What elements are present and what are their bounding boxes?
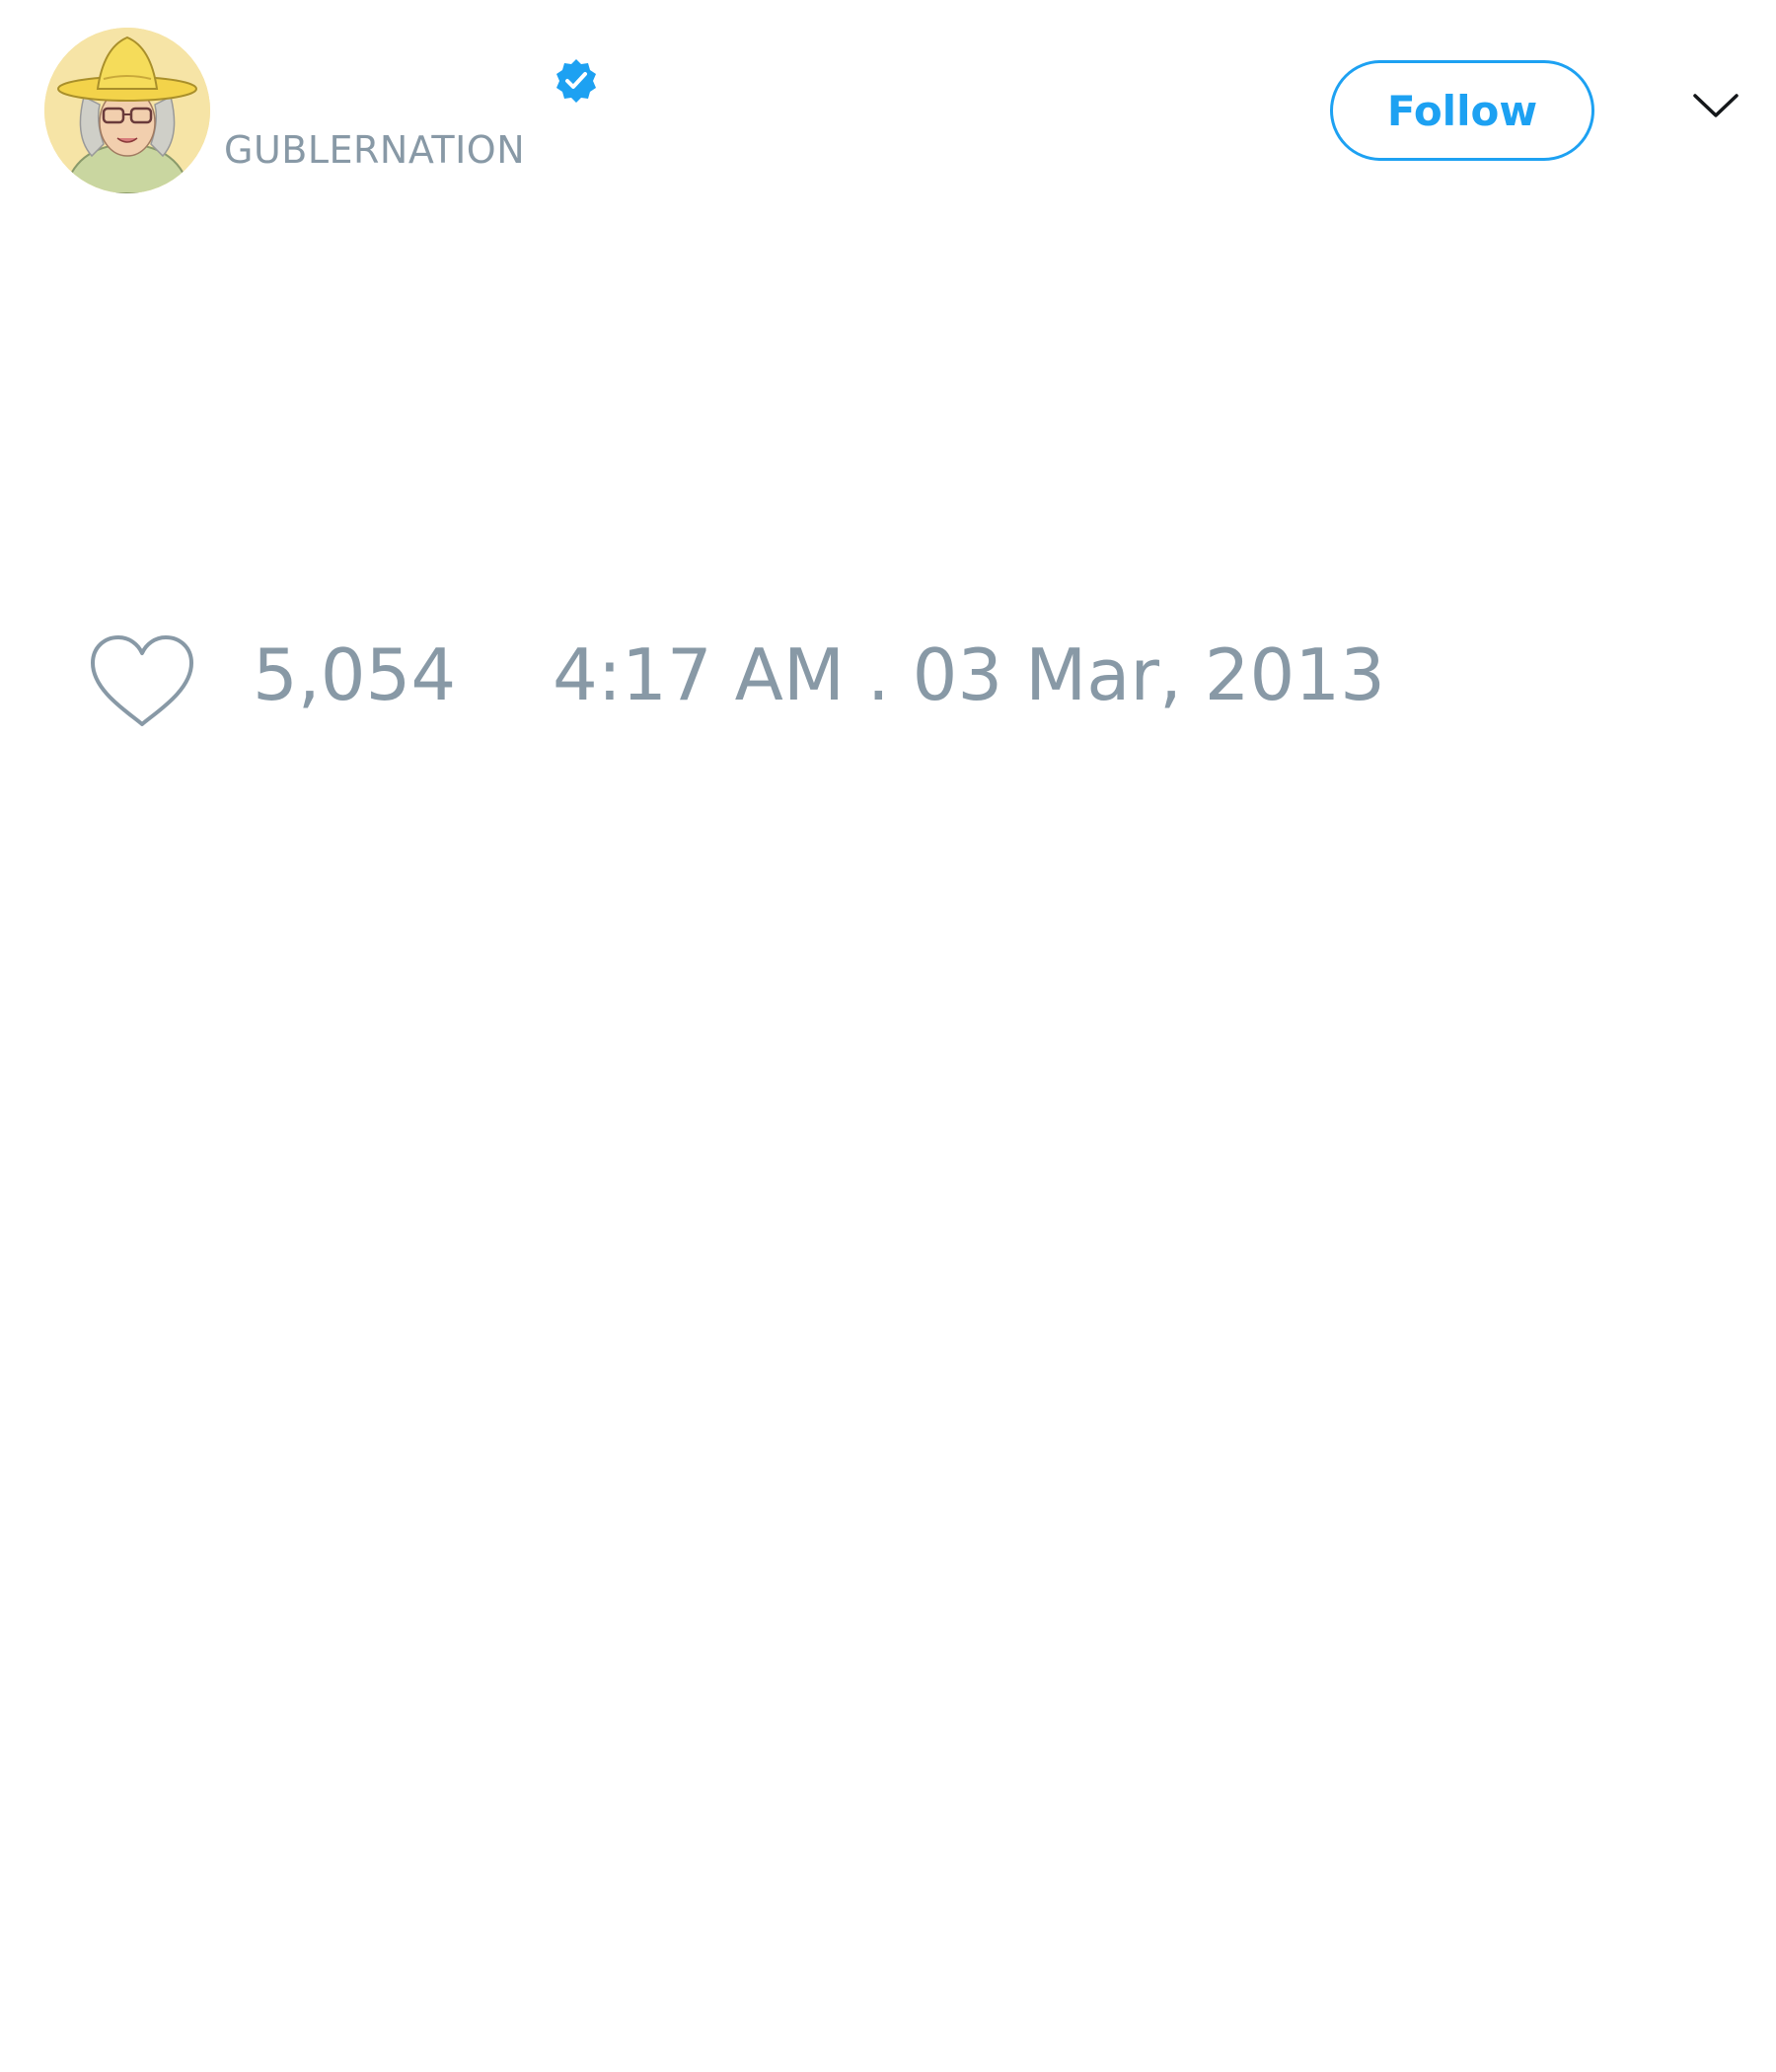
tweet-card: GUBLERNATION Follow 5,054 4:17 AM . 03 M…	[0, 0, 1776, 2072]
user-handle[interactable]: GUBLERNATION	[224, 128, 525, 172]
avatar[interactable]	[44, 28, 210, 193]
verified-badge-icon	[556, 59, 596, 103]
chevron-down-icon[interactable]	[1692, 91, 1739, 120]
avatar-illustration	[44, 28, 210, 193]
like-count: 5,054	[253, 633, 457, 716]
follow-button[interactable]: Follow	[1330, 60, 1594, 161]
tweet-timestamp[interactable]: 4:17 AM . 03 Mar, 2013	[553, 639, 1385, 710]
heart-icon[interactable]	[89, 633, 195, 730]
